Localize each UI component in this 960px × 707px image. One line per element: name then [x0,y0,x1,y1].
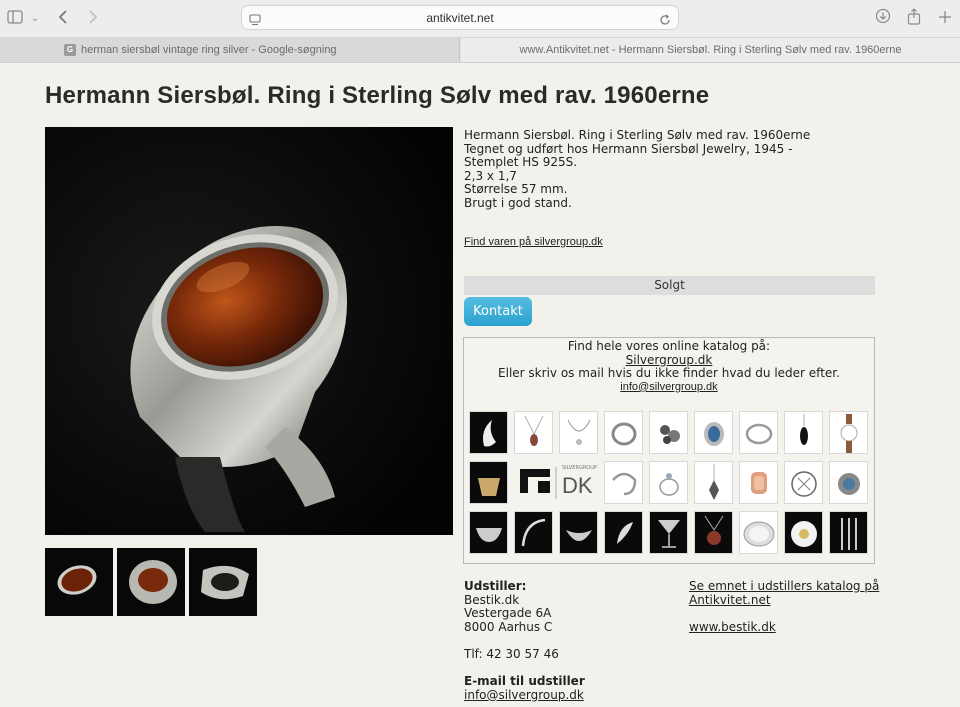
exhibitor-city: 8000 Aarhus C [464,619,553,634]
chevron-right-icon[interactable] [82,8,104,30]
tab-label: www.Antikvitet.net - Hermann Siersbøl. R… [519,44,902,56]
description-line: Brugt i god stand. [464,195,572,210]
catalog-thumb[interactable] [514,411,553,454]
exhibitor-links: Se emnet i udstillers katalog på Antikvi… [689,579,880,635]
thumbnail-3[interactable] [189,548,257,616]
catalog-thumb[interactable] [469,411,508,454]
thumbnail-2[interactable] [117,548,185,616]
catalog-thumb[interactable] [829,461,868,504]
catalog-thumb[interactable] [784,511,823,554]
catalog-thumb[interactable] [739,511,778,554]
catalog-thumb[interactable] [694,511,733,554]
exhibitor-website-link[interactable]: www.bestik.dk [689,620,879,635]
description-line: Hermann Siersbøl. Ring i Sterling Sølv m… [464,128,811,142]
catalog-thumb[interactable] [514,511,553,554]
chevron-down-icon[interactable]: ⌄ [24,8,46,30]
tab-label: herman siersbøl vintage ring silver - Go… [81,44,337,56]
catalog-thumb[interactable] [829,511,868,554]
exhibitor-name: Bestik.dk [464,592,520,607]
catalog-thumb[interactable] [784,411,823,454]
url-text: antikvitet.net [426,11,494,25]
share-icon[interactable] [903,8,925,30]
catalog-thumb[interactable] [604,411,643,454]
reload-icon[interactable] [659,11,671,30]
description-line: 2,3 x 1,7 [464,168,517,183]
catalog-thumb[interactable] [469,461,508,504]
catalog-text: Find hele vores online katalog på: Silve… [464,339,874,395]
sold-status-bar: Solgt [464,276,875,295]
catalog-thumb[interactable] [739,411,778,454]
catalog-thumb[interactable] [559,511,598,554]
catalog-line-1: Find hele vores online katalog på: [567,339,771,353]
description-line: Størrelse 57 mm. [464,182,568,197]
exhibitor-email-link[interactable]: info@silvergroup.dk [464,688,585,703]
exhibitor-street: Vestergade 6A [464,606,552,621]
catalog-email-link[interactable]: info@silvergroup.dk [464,381,874,395]
logo-text: SILVERGROUP [562,465,597,471]
tab-google-search[interactable]: G herman siersbøl vintage ring silver - … [0,38,460,62]
product-description: Hermann Siersbøl. Ring i Sterling Sølv m… [464,128,884,211]
exhibitor-info: Udstiller: Bestik.dk Vestergade 6A 8000 … [464,579,585,703]
description-line: Tegnet og udført hos Hermann Siersbøl Je… [464,141,793,156]
silvergroup-logo[interactable]: SILVERGROUP DK [514,461,598,504]
catalog-box: Find hele vores online katalog på: Silve… [463,337,875,564]
logo-dk-text: DK [562,473,593,498]
catalog-thumb[interactable] [604,461,643,504]
description-line: Stemplet HS 925S. [464,155,578,170]
contact-button[interactable]: Kontakt [464,297,532,326]
page-content: Hermann Siersbøl. Ring i Sterling Sølv m… [0,64,960,707]
catalog-thumb[interactable] [694,461,733,504]
catalog-thumb[interactable] [829,411,868,454]
exhibitor-email-heading: E-mail til udstiller [464,674,585,689]
page-title: Hermann Siersbøl. Ring i Sterling Sølv m… [45,82,710,109]
find-item-link[interactable]: Find varen på silvergroup.dk [464,236,603,248]
browser-toolbar: ⌄ antikvitet.net [0,0,960,38]
exhibitor-catalog-link[interactable]: Se emnet i udstillers katalog på Antikvi… [689,579,880,607]
plus-icon[interactable] [934,8,956,30]
chevron-left-icon[interactable] [52,8,74,30]
catalog-link[interactable]: Silvergroup.dk [464,353,874,368]
catalog-thumb[interactable] [649,411,688,454]
google-favicon-icon: G [64,44,76,56]
product-main-image[interactable] [45,127,453,535]
tab-bar: G herman siersbøl vintage ring silver - … [0,38,960,63]
tab-antikvitet[interactable]: www.Antikvitet.net - Hermann Siersbøl. R… [461,38,960,62]
download-icon[interactable] [872,8,894,30]
catalog-thumb[interactable] [649,461,688,504]
sidebar-icon[interactable] [4,8,26,30]
catalog-thumb[interactable] [604,511,643,554]
catalog-thumb[interactable] [739,461,778,504]
catalog-thumb[interactable] [559,411,598,454]
exhibitor-phone: Tlf: 42 30 57 46 [464,646,559,661]
address-bar[interactable]: antikvitet.net [241,5,679,30]
catalog-line-2: Eller skriv os mail hvis du ikke finder … [498,366,840,381]
catalog-thumb[interactable] [784,461,823,504]
thumbnail-1[interactable] [45,548,113,616]
exhibitor-catalog-link-line-2: Antikvitet.net [689,592,771,607]
catalog-thumb[interactable] [694,411,733,454]
exhibitor-catalog-link-line-1: Se emnet i udstillers katalog på [689,579,880,593]
catalog-thumb[interactable] [469,511,508,554]
exhibitor-heading: Udstiller: [464,579,527,593]
catalog-thumb[interactable] [649,511,688,554]
